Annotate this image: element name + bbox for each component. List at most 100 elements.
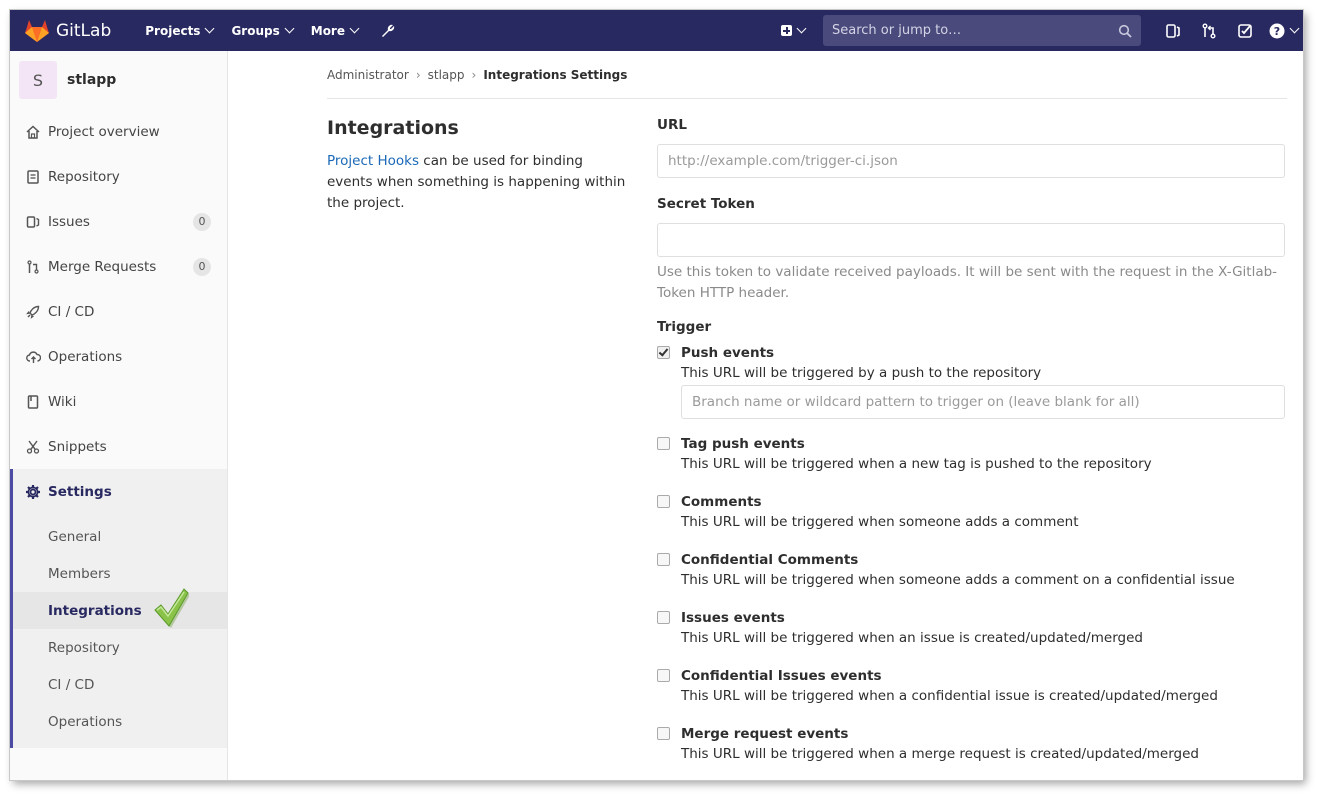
nav-merge-requests-link[interactable] (1191, 23, 1227, 39)
main-content: Administrator › stlapp › Integrations Se… (327, 51, 1287, 762)
trigger-description: This URL will be triggered when a new ta… (681, 456, 1152, 472)
secret-token-input[interactable] (657, 223, 1285, 257)
sidebar-item-label: Operations (48, 348, 123, 365)
project-hooks-link[interactable]: Project Hooks (327, 153, 419, 169)
chevron-down-icon (349, 23, 360, 34)
book-icon (24, 393, 42, 411)
svg-text:?: ? (1273, 25, 1279, 38)
plus-icon (781, 25, 792, 36)
trigger-push-events: Push events This URL will be triggered b… (657, 343, 1285, 419)
top-navbar: GitLab Projects Groups More Search or ju… (10, 10, 1303, 51)
sidebar-item-label: Snippets (48, 438, 107, 455)
push-events-checkbox[interactable] (657, 346, 670, 359)
sidebar-sub-operations[interactable]: Operations (13, 703, 227, 740)
merge-request-icon (1202, 23, 1216, 38)
nav-todos-link[interactable] (1227, 23, 1263, 39)
scissors-icon (24, 438, 42, 456)
sidebar-sub-ci-cd[interactable]: CI / CD (13, 666, 227, 703)
sidebar-settings-group: Settings General Members Integrations Re… (10, 469, 227, 748)
doc-icon (24, 168, 42, 186)
sidebar-item-project-overview[interactable]: Project overview (10, 109, 227, 154)
home-icon (24, 123, 42, 141)
issues-icon (1166, 23, 1180, 38)
sidebar-sub-label: Integrations (48, 602, 142, 619)
trigger-label: Trigger (657, 319, 712, 335)
trigger-title: Comments (681, 494, 762, 510)
sidebar-sub-repository[interactable]: Repository (13, 629, 227, 666)
trigger-confidential-issues-events: Confidential Issues events This URL will… (657, 666, 1285, 707)
integrations-intro: Integrations Project Hooks can be used f… (327, 117, 627, 228)
sidebar-item-label: Settings (48, 483, 112, 500)
trigger-title: Confidential Comments (681, 552, 859, 568)
sidebar-item-ci-cd[interactable]: CI / CD (10, 289, 227, 334)
search-placeholder: Search or jump to… (832, 23, 962, 38)
chevron-down-icon (796, 23, 807, 34)
confidential-comments-checkbox[interactable] (657, 553, 670, 566)
search-input[interactable]: Search or jump to… (823, 15, 1141, 46)
issues-count-badge: 0 (193, 212, 211, 231)
trigger-issues-events: Issues events This URL will be triggered… (657, 608, 1285, 649)
gear-icon (24, 483, 42, 501)
trigger-description: This URL will be triggered by a push to … (681, 365, 1042, 381)
nav-more[interactable]: More (311, 23, 360, 39)
secret-token-label: Secret Token (657, 196, 755, 212)
webhook-form: URL Secret Token Use this token to valid… (657, 117, 1285, 765)
chevron-right-icon: › (471, 67, 477, 82)
nav-groups[interactable]: Groups (231, 23, 295, 39)
url-input[interactable] (657, 144, 1285, 178)
sidebar-item-settings[interactable]: Settings (13, 469, 227, 514)
sidebar-item-operations[interactable]: Operations (10, 334, 227, 379)
new-dropdown-button[interactable] (781, 23, 807, 36)
sidebar-project-header[interactable]: S stlapp (10, 51, 227, 109)
secret-token-help: Use this token to validate received payl… (657, 264, 1278, 301)
trigger-confidential-comments: Confidential Comments This URL will be t… (657, 550, 1285, 591)
sidebar-item-repository[interactable]: Repository (10, 154, 227, 199)
nav-issues-link[interactable] (1155, 23, 1191, 39)
issues-events-checkbox[interactable] (657, 611, 670, 624)
sidebar-item-label: CI / CD (48, 303, 95, 320)
sidebar-item-wiki[interactable]: Wiki (10, 379, 227, 424)
trigger-title: Tag push events (681, 436, 805, 452)
chevron-down-icon (284, 23, 295, 34)
admin-area-link[interactable] (380, 23, 396, 39)
trigger-description: This URL will be triggered when someone … (681, 514, 1079, 530)
branch-filter-input[interactable] (681, 385, 1285, 419)
breadcrumb-current[interactable]: Integrations Settings (483, 68, 627, 82)
sidebar-item-issues[interactable]: Issues 0 (10, 199, 227, 244)
gitlab-brand[interactable]: GitLab (24, 19, 111, 43)
project-name: stlapp (67, 72, 117, 88)
cloud-icon (24, 348, 42, 366)
sidebar-item-label: Merge Requests (48, 258, 157, 275)
sidebar-sub-members[interactable]: Members (13, 555, 227, 592)
project-sidebar: S stlapp Project overview Repository Iss… (10, 51, 228, 780)
intro-description: Project Hooks can be used for binding ev… (327, 151, 627, 214)
trigger-title: Merge request events (681, 726, 849, 742)
url-label: URL (657, 117, 687, 133)
breadcrumb-administrator[interactable]: Administrator (327, 68, 409, 82)
trigger-merge-request-events: Merge request events This URL will be tr… (657, 724, 1285, 765)
nav-menu: Projects Groups More (145, 23, 396, 39)
breadcrumb-project[interactable]: stlapp (428, 68, 465, 82)
app-window: GitLab Projects Groups More Search or ju… (10, 10, 1303, 780)
sidebar-item-label: Wiki (48, 393, 77, 410)
help-icon: ? (1269, 23, 1284, 38)
trigger-description: This URL will be triggered when an issue… (681, 630, 1143, 646)
help-dropdown[interactable]: ? (1263, 23, 1303, 39)
nav-projects[interactable]: Projects (145, 23, 215, 39)
trigger-tag-push-events: Tag push events This URL will be trigger… (657, 434, 1285, 475)
green-checkmark-icon (154, 588, 189, 628)
sidebar-item-merge-requests[interactable]: Merge Requests 0 (10, 244, 227, 289)
todo-icon (1238, 23, 1252, 38)
nav-groups-label: Groups (231, 23, 280, 38)
sidebar-item-label: Project overview (48, 123, 160, 140)
merge-requests-count-badge: 0 (193, 257, 211, 276)
tag-push-events-checkbox[interactable] (657, 437, 670, 450)
nav-right: Search or jump to… ? (781, 10, 1303, 51)
sidebar-item-snippets[interactable]: Snippets (10, 424, 227, 469)
sidebar-sub-general[interactable]: General (13, 518, 227, 555)
comments-checkbox[interactable] (657, 495, 670, 508)
confidential-issues-events-checkbox[interactable] (657, 669, 670, 682)
sidebar-sub-integrations[interactable]: Integrations (13, 588, 227, 629)
brand-name: GitLab (56, 20, 112, 41)
merge-request-events-checkbox[interactable] (657, 727, 670, 740)
